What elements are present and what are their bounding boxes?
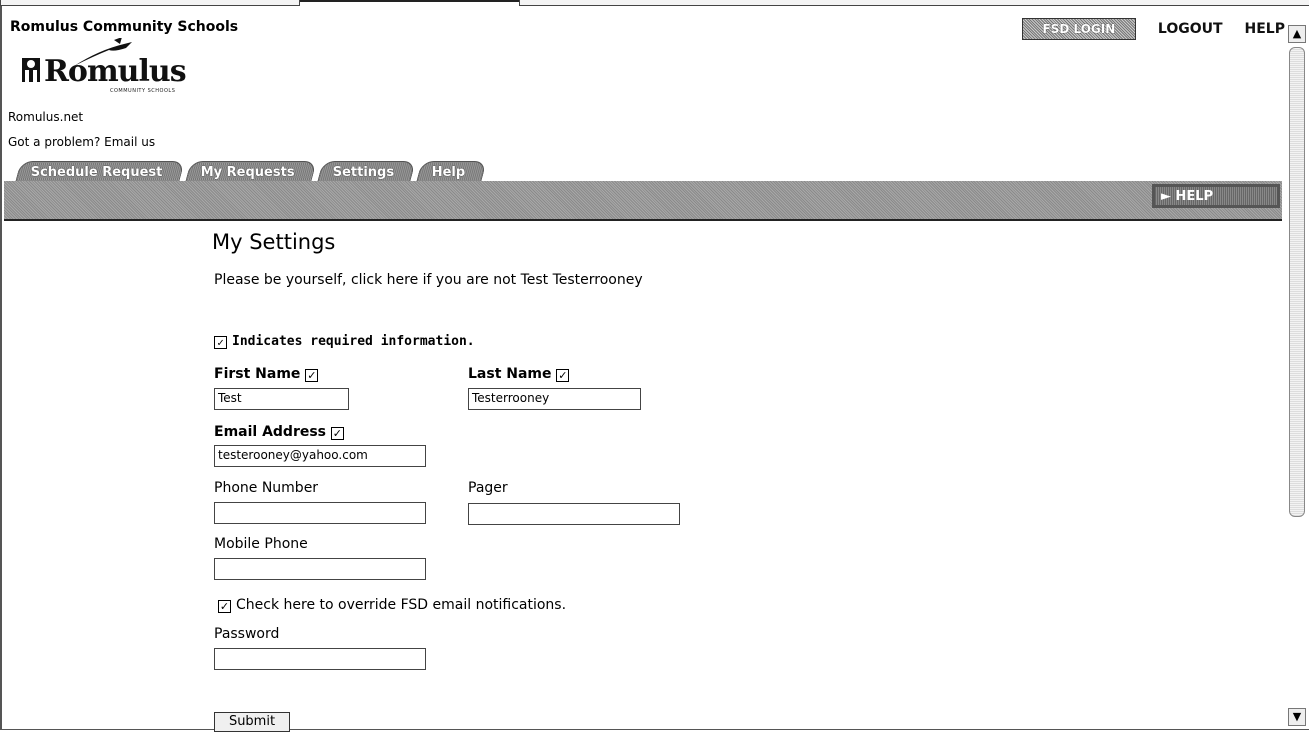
check-icon: ✓ xyxy=(214,336,227,349)
site-link[interactable]: Romulus.net xyxy=(8,110,83,124)
chevron-down-icon[interactable]: ▼ xyxy=(1288,708,1306,726)
logout-link[interactable]: LOGOUT xyxy=(1158,21,1223,37)
tab-bar: Schedule Request My Requests Settings He… xyxy=(15,161,488,182)
required-check-icon: ✓ xyxy=(305,369,319,382)
email-problem-link[interactable]: Got a problem? Email us xyxy=(8,135,155,149)
school-name: Romulus Community Schools xyxy=(10,19,239,35)
required-check-icon: ✓ xyxy=(330,427,344,440)
help-link[interactable]: HELP xyxy=(1245,21,1285,37)
pager-label: Pager xyxy=(468,480,508,496)
tab-schedule-request[interactable]: Schedule Request xyxy=(15,161,185,182)
browser-frame xyxy=(0,0,1309,730)
chevron-up-icon[interactable]: ▲ xyxy=(1288,25,1306,43)
required-note-text: Indicates required information. xyxy=(232,334,475,349)
phone-label: Phone Number xyxy=(214,480,319,496)
tab-help[interactable]: Help xyxy=(416,161,488,182)
toolbar-segment xyxy=(519,0,1309,6)
phone-field[interactable] xyxy=(214,502,426,524)
override-option: ✓ Check here to override FSD email notifi… xyxy=(218,597,566,613)
tab-label: Help xyxy=(431,164,466,180)
tab-label: Schedule Request xyxy=(30,164,163,180)
page-title: My Settings xyxy=(212,230,336,254)
submit-button[interactable]: Submit xyxy=(214,712,290,732)
not-me-link[interactable]: Please be yourself, click here if you ar… xyxy=(214,272,643,288)
password-label: Password xyxy=(214,626,280,642)
required-note: ✓ Indicates required information. xyxy=(214,334,475,349)
last-name-label-text: Last Name xyxy=(468,366,552,382)
first-name-field[interactable]: Test xyxy=(214,388,349,410)
top-links: FSD LOGIN LOGOUT HELP xyxy=(1021,18,1285,40)
password-field[interactable] xyxy=(214,648,426,670)
mobile-label: Mobile Phone xyxy=(214,536,308,552)
tab-label: Settings xyxy=(332,164,394,180)
first-name-label: First Name ✓ xyxy=(214,366,323,382)
pager-field[interactable] xyxy=(468,503,680,525)
nav-bar xyxy=(4,181,1282,221)
first-name-label-text: First Name xyxy=(214,366,301,382)
top-strip xyxy=(0,0,1309,6)
romulus-logo: Romulus COMMUNITY SCHOOLS xyxy=(14,38,194,100)
override-checkbox[interactable]: ✓ xyxy=(218,600,231,613)
tab-settings[interactable]: Settings xyxy=(316,161,416,182)
email-field[interactable]: testerooney@yahoo.com xyxy=(214,445,426,467)
last-name-label: Last Name ✓ xyxy=(468,366,574,382)
toolbar-segment xyxy=(0,0,300,6)
email-label: Email Address ✓ xyxy=(214,424,349,440)
required-check-icon: ✓ xyxy=(556,369,570,382)
override-label: Check here to override FSD email notific… xyxy=(236,597,567,613)
tab-label: My Requests xyxy=(200,164,295,180)
mobile-field[interactable] xyxy=(214,558,426,580)
fsd-login-badge[interactable]: FSD LOGIN xyxy=(1021,18,1136,40)
logo-wordmark: Romulus xyxy=(44,54,187,89)
email-label-text: Email Address xyxy=(214,424,327,440)
vertical-scrollbar[interactable]: ▲ ▼ xyxy=(1288,25,1306,726)
help-button[interactable]: ► HELP xyxy=(1152,184,1280,208)
scrollbar-thumb[interactable] xyxy=(1289,47,1305,517)
last-name-field[interactable]: Testerrooney xyxy=(468,388,641,410)
tab-my-requests[interactable]: My Requests xyxy=(184,161,317,182)
logo-subtext: COMMUNITY SCHOOLS xyxy=(110,88,176,94)
